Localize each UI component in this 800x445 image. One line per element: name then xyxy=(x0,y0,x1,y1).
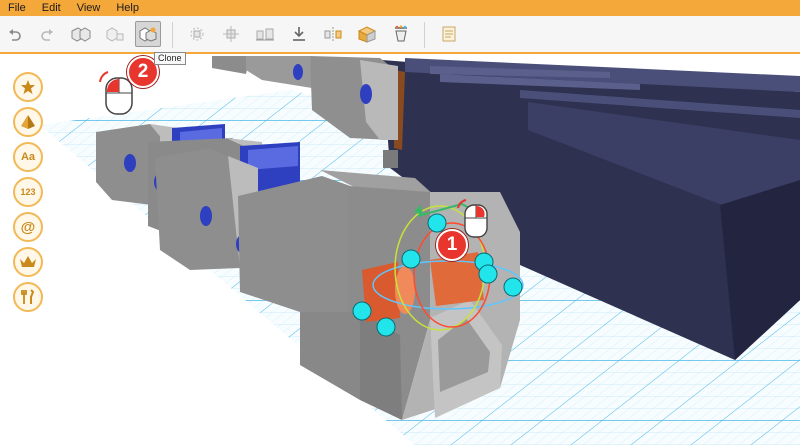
mouse-hint-icon xyxy=(99,71,133,115)
material-button[interactable] xyxy=(354,21,380,47)
drop-icon xyxy=(293,27,305,41)
toolbar-separator xyxy=(424,22,425,48)
clone-button[interactable] xyxy=(135,21,161,47)
menu-edit[interactable]: Edit xyxy=(34,0,69,16)
group-icon xyxy=(71,27,91,42)
undo-icon xyxy=(9,29,21,41)
redo-icon xyxy=(41,29,53,41)
tools-icon xyxy=(21,289,35,304)
step-1-badge: 1 xyxy=(436,229,468,261)
toolbar-separator xyxy=(172,22,173,48)
snap-button[interactable] xyxy=(218,21,244,47)
align-button[interactable] xyxy=(252,21,278,47)
clone-icon xyxy=(139,27,157,42)
at-icon: @ xyxy=(20,218,36,236)
sidebar-item-tools[interactable] xyxy=(13,282,43,312)
redo-button[interactable] xyxy=(34,21,60,47)
transform-button[interactable] xyxy=(184,21,210,47)
sidebar-item-favorites[interactable] xyxy=(13,72,43,102)
notes-icon xyxy=(442,26,456,42)
transform-icon xyxy=(190,27,204,41)
mirror-icon xyxy=(324,27,342,41)
paint-button[interactable] xyxy=(388,21,414,47)
crown-icon xyxy=(20,256,36,267)
menu-view[interactable]: View xyxy=(69,0,109,16)
scene-canvas[interactable] xyxy=(0,56,800,445)
pyramid-icon xyxy=(21,115,35,129)
drop-button[interactable] xyxy=(286,21,312,47)
menu-file[interactable]: File xyxy=(0,0,34,16)
sidebar-item-symbols[interactable]: @ xyxy=(13,212,43,242)
menu-bar: File Edit View Help xyxy=(0,0,800,16)
sidebar-item-numbers[interactable]: 123 xyxy=(13,177,43,207)
numbers-icon: 123 xyxy=(20,187,36,197)
3d-viewport[interactable]: Aa 123 @ xyxy=(0,56,800,445)
undo-button[interactable] xyxy=(2,21,28,47)
material-icon xyxy=(357,26,377,43)
menu-help[interactable]: Help xyxy=(108,0,147,16)
clone-tooltip: Clone xyxy=(154,52,186,65)
notes-button[interactable] xyxy=(436,21,462,47)
toolbar xyxy=(0,16,800,54)
align-icon xyxy=(256,28,274,41)
ungroup-icon xyxy=(106,27,124,42)
sidebar-item-text[interactable]: Aa xyxy=(13,142,43,172)
text-icon: Aa xyxy=(20,151,36,163)
group-button[interactable] xyxy=(68,21,94,47)
sidebar-item-shapes[interactable] xyxy=(13,107,43,137)
mirror-button[interactable] xyxy=(320,21,346,47)
star-icon xyxy=(21,80,35,94)
sidebar-item-premium[interactable] xyxy=(13,247,43,277)
paint-bucket-icon xyxy=(395,25,407,42)
ungroup-button[interactable] xyxy=(102,21,128,47)
snap-icon xyxy=(223,26,239,42)
